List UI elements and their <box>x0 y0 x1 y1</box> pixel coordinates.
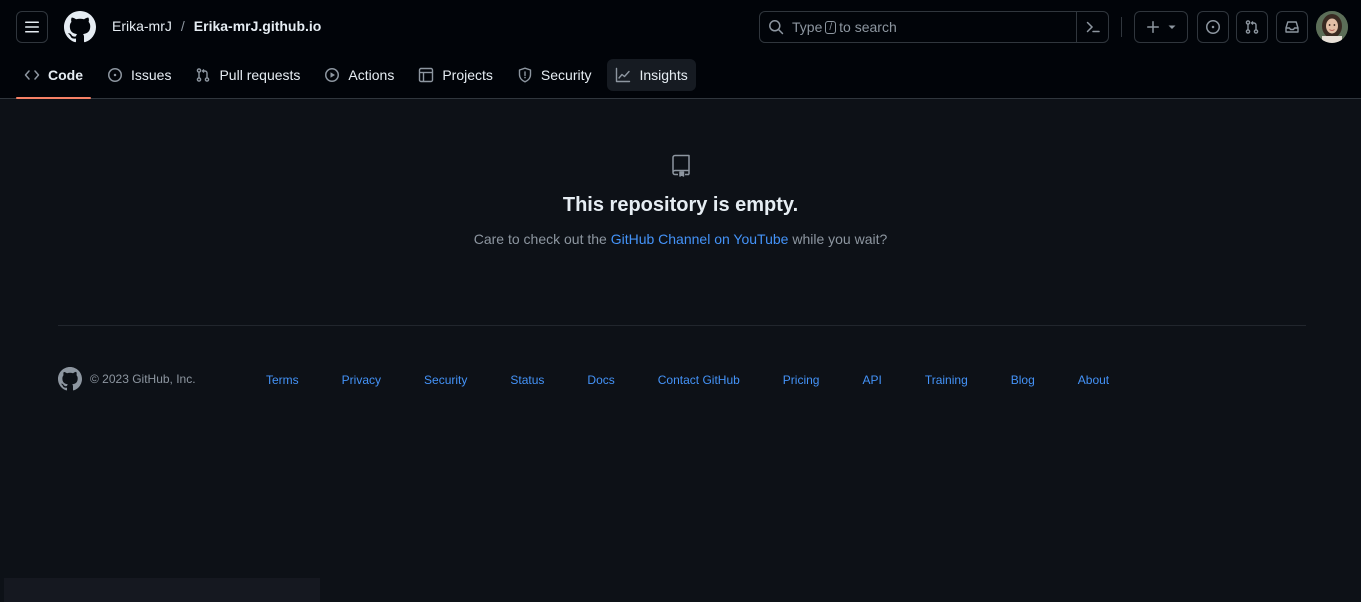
tab-security[interactable]: Security <box>509 59 600 91</box>
footer-link-privacy[interactable]: Privacy <box>342 373 381 387</box>
git-pull-request-icon <box>195 67 211 83</box>
search-shortcut-key: / <box>825 20 837 34</box>
terminal-icon <box>1086 21 1100 33</box>
app-header: Erika-mrJ / Erika-mrJ.github.io Type / t… <box>0 0 1361 99</box>
breadcrumb-separator: / <box>180 18 185 34</box>
footer-links: Terms Privacy Security Status Docs Conta… <box>266 373 1109 387</box>
tab-label: Insights <box>639 67 688 83</box>
issues-button[interactable] <box>1197 11 1229 43</box>
repo-nav: Code Issues Pull requests Actions Projec… <box>16 59 704 99</box>
git-pull-request-icon <box>1245 20 1259 34</box>
inbox-button[interactable] <box>1276 11 1308 43</box>
repo-icon <box>669 153 693 177</box>
tab-label: Actions <box>348 67 395 83</box>
tab-insights[interactable]: Insights <box>607 59 696 91</box>
footer-link-pricing[interactable]: Pricing <box>783 373 820 387</box>
empty-text-after: while you wait? <box>792 231 888 247</box>
empty-title: This repository is empty. <box>562 194 799 216</box>
search-input[interactable]: Type / to search <box>759 11 1109 43</box>
tab-projects[interactable]: Projects <box>410 59 501 91</box>
empty-text-before: Care to check out the <box>473 231 607 247</box>
inbox-icon <box>1285 21 1299 33</box>
owner-link[interactable]: Erika-mrJ <box>112 18 172 34</box>
search-placeholder-suffix: to search <box>839 19 897 35</box>
tab-pull-requests[interactable]: Pull requests <box>187 59 308 91</box>
github-mark-icon[interactable] <box>58 367 82 391</box>
tab-label: Code <box>48 67 83 83</box>
triangle-down-icon <box>1168 25 1176 29</box>
code-icon <box>24 67 40 83</box>
footer-link-blog[interactable]: Blog <box>1011 373 1035 387</box>
repo-link[interactable]: Erika-mrJ.github.io <box>194 18 322 34</box>
search-icon <box>768 19 784 35</box>
footer-link-security[interactable]: Security <box>424 373 467 387</box>
plus-icon <box>1147 21 1159 33</box>
youtube-channel-link[interactable]: GitHub Channel on YouTube <box>611 231 789 247</box>
github-logo-icon[interactable] <box>64 11 96 43</box>
footer-copyright: © 2023 GitHub, Inc. <box>90 372 196 386</box>
global-bar: Erika-mrJ / Erika-mrJ.github.io Type / t… <box>0 0 1361 54</box>
footer-link-contact[interactable]: Contact GitHub <box>658 373 740 387</box>
create-new-button[interactable] <box>1134 11 1188 43</box>
command-palette-button[interactable] <box>1076 12 1108 42</box>
table-icon <box>418 67 434 83</box>
footer-link-training[interactable]: Training <box>925 373 968 387</box>
empty-description: Care to check out the GitHub Channel on … <box>0 231 1361 247</box>
tab-label: Security <box>540 67 592 83</box>
issue-opened-icon <box>1206 20 1220 34</box>
tab-code[interactable]: Code <box>16 59 91 99</box>
graph-icon <box>615 67 631 83</box>
footer-brand: © 2023 GitHub, Inc. <box>58 367 196 391</box>
pull-requests-button[interactable] <box>1236 11 1268 43</box>
footer-divider <box>58 325 1306 326</box>
tab-label: Pull requests <box>219 67 301 83</box>
footer-link-api[interactable]: API <box>862 373 881 387</box>
tab-issues[interactable]: Issues <box>99 59 179 91</box>
footer-link-about[interactable]: About <box>1078 373 1109 387</box>
issue-opened-icon <box>107 67 123 83</box>
tab-label: Projects <box>442 67 493 83</box>
empty-repo-blankslate: This repository is empty. Care to check … <box>0 153 1361 247</box>
footer-link-docs[interactable]: Docs <box>587 373 614 387</box>
hamburger-icon <box>25 21 39 33</box>
tab-actions[interactable]: Actions <box>316 59 402 91</box>
tab-label: Issues <box>131 67 172 83</box>
play-icon <box>324 67 340 83</box>
breadcrumb: Erika-mrJ / Erika-mrJ.github.io <box>112 18 321 34</box>
footer-link-terms[interactable]: Terms <box>266 373 299 387</box>
search-placeholder-prefix: Type <box>792 19 823 35</box>
footer-link-status[interactable]: Status <box>510 373 544 387</box>
bottom-status-strip <box>4 578 320 602</box>
shield-icon <box>517 67 533 83</box>
header-divider <box>1121 17 1122 37</box>
user-avatar[interactable] <box>1316 11 1348 43</box>
menu-button[interactable] <box>16 11 48 43</box>
